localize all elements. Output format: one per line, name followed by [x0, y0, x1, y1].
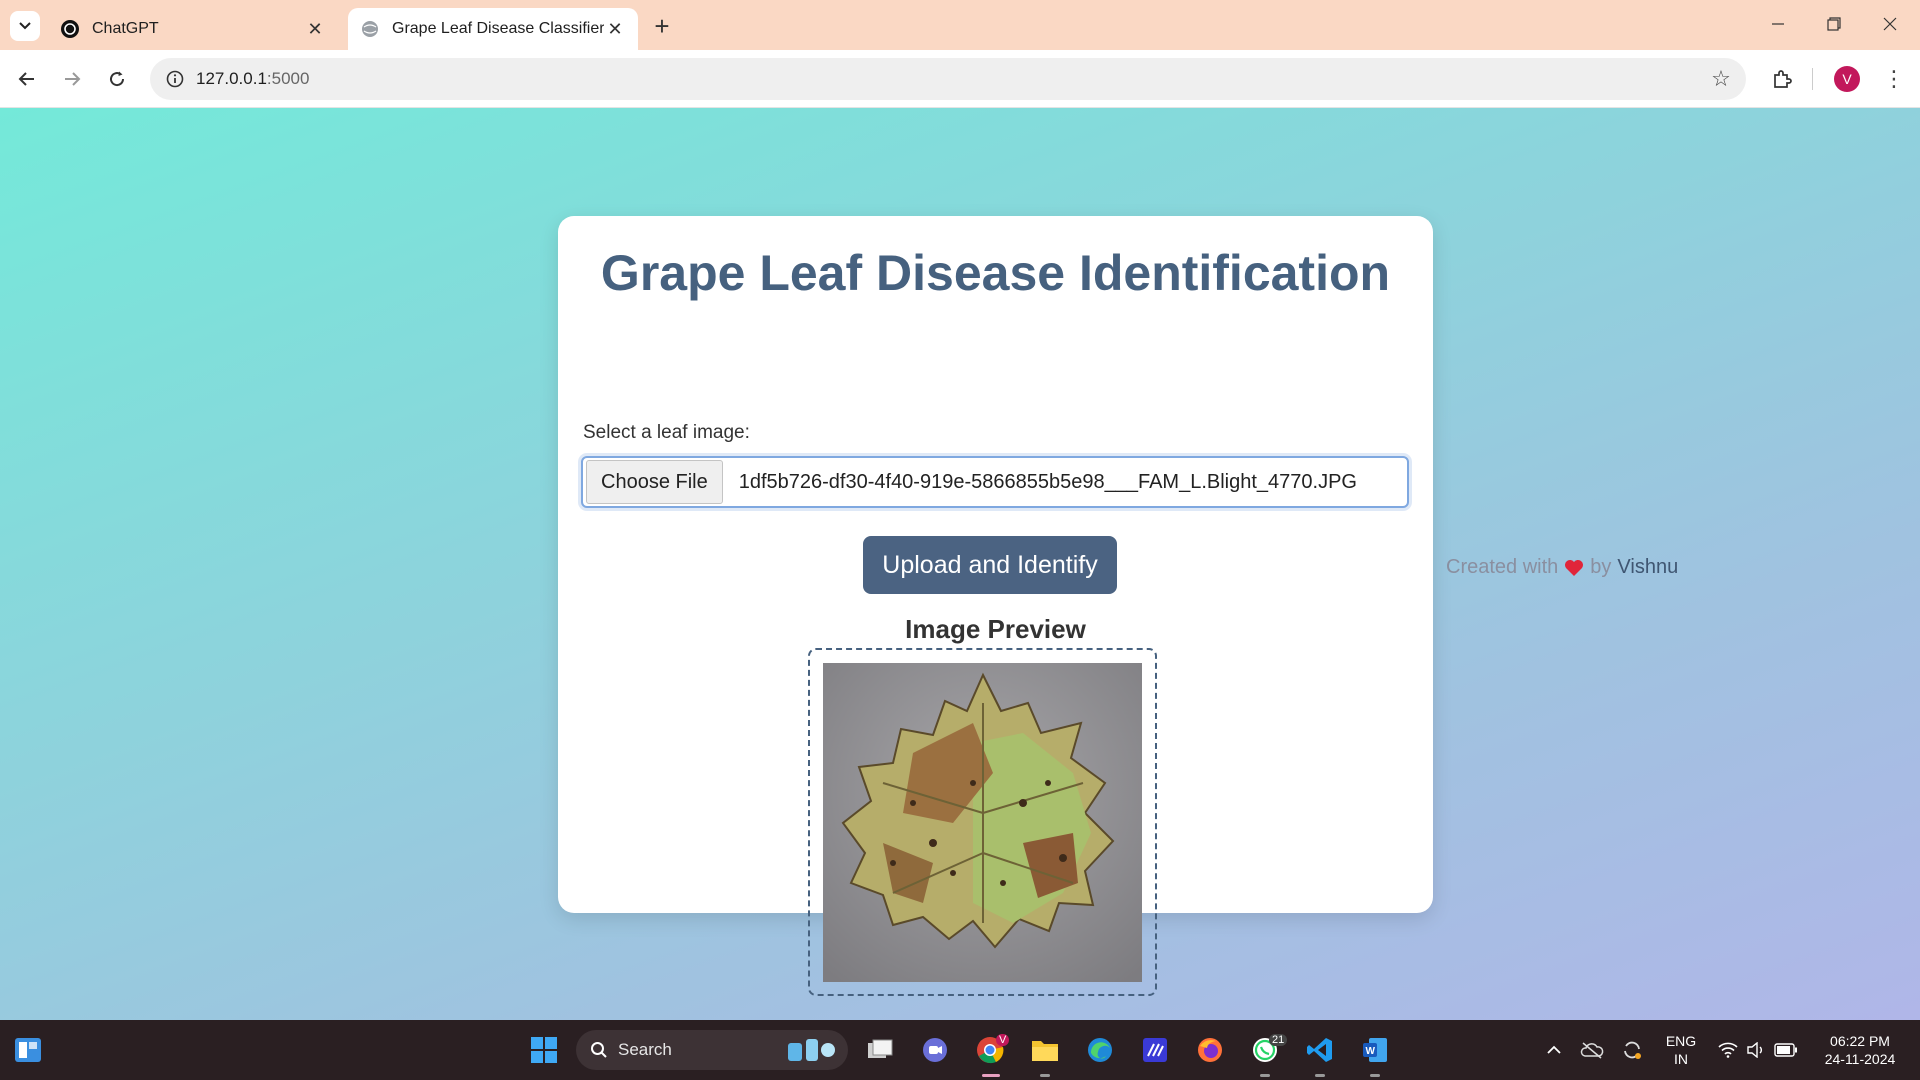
taskbar-search-box[interactable]: Search: [576, 1030, 848, 1070]
task-view-icon[interactable]: [860, 1030, 900, 1070]
sync-icon[interactable]: [1612, 1030, 1652, 1070]
close-icon[interactable]: ✕: [604, 18, 626, 40]
file-input-label: Select a leaf image:: [583, 422, 750, 443]
chevron-down-icon: [19, 22, 31, 30]
page-title: Grape Leaf Disease Identification: [600, 245, 1391, 301]
credit-prefix: Created with: [1446, 556, 1559, 578]
search-highlight-icon: [788, 1039, 835, 1061]
url-text: 127.0.0.1:5000: [196, 69, 310, 88]
search-icon: [591, 1042, 607, 1058]
selected-file-name: 1df5b726-df30-4f40-919e-5866855b5e98___F…: [738, 470, 1357, 493]
clock[interactable]: 06:22 PM 24-11-2024: [1810, 1032, 1910, 1068]
toolbar-divider: [1812, 68, 1813, 90]
image-preview-heading: Image Preview: [905, 614, 1086, 644]
svg-text:W: W: [1366, 1046, 1376, 1057]
minimize-icon[interactable]: [1758, 8, 1798, 40]
close-icon[interactable]: ✕: [304, 18, 326, 40]
vscode-icon[interactable]: [1300, 1030, 1340, 1070]
page-viewport: Grape Leaf Disease Identification Select…: [0, 108, 1920, 1020]
close-window-icon[interactable]: [1870, 8, 1910, 40]
vscode-running-indicator: [1315, 1074, 1325, 1077]
restore-icon[interactable]: [1814, 8, 1854, 40]
back-arrow-icon[interactable]: [11, 63, 43, 95]
credit-line: Created with by Vishnu: [1446, 556, 1678, 579]
bookmark-star-icon[interactable]: ☆: [1710, 66, 1732, 91]
chrome-running-indicator: [982, 1074, 1000, 1077]
credit-author: Vishnu: [1617, 556, 1679, 578]
address-bar[interactable]: 127.0.0.1:5000 ☆: [150, 58, 1746, 100]
tab-grape-classifier[interactable]: Grape Leaf Disease Classifier ✕: [348, 8, 638, 50]
whatsapp-icon[interactable]: 21: [1245, 1030, 1288, 1070]
site-info-icon[interactable]: [154, 58, 196, 100]
word-running-indicator: [1370, 1074, 1380, 1077]
tab-search-button[interactable]: [10, 11, 40, 41]
whatsapp-running-indicator: [1260, 1074, 1270, 1077]
widgets-icon[interactable]: [8, 1030, 48, 1070]
file-input[interactable]: Choose File 1df5b726-df30-4f40-919e-5866…: [581, 456, 1409, 508]
language-indicator[interactable]: ENG IN: [1656, 1032, 1706, 1068]
explorer-running-indicator: [1040, 1074, 1050, 1077]
globe-icon: [360, 19, 380, 39]
forward-arrow-icon[interactable]: [56, 63, 88, 95]
browser-toolbar: 127.0.0.1:5000 ☆ ⋮: [0, 50, 1920, 108]
firefox-icon[interactable]: [1190, 1030, 1230, 1070]
chrome-profile-badge: V: [996, 1034, 1010, 1046]
clock-time: 06:22 PM: [1830, 1033, 1890, 1049]
edge-icon[interactable]: [1080, 1030, 1120, 1070]
image-preview-frame: [808, 648, 1157, 996]
clock-date: 24-11-2024: [1824, 1051, 1896, 1067]
tab-chatgpt[interactable]: ChatGPT ✕: [48, 8, 338, 50]
upload-identify-button[interactable]: Upload and Identify: [863, 536, 1117, 594]
taskbar: Search V 21 W ENG IN 06:22 PM 24-11-2024: [0, 1020, 1920, 1080]
leaf-preview-image: [823, 663, 1142, 982]
windows-start-icon[interactable]: [524, 1030, 564, 1070]
notes-app-icon[interactable]: [1135, 1030, 1175, 1070]
chevron-up-icon[interactable]: [1534, 1030, 1574, 1070]
tab-title: Grape Leaf Disease Classifier: [392, 20, 604, 37]
tab-title: ChatGPT: [92, 20, 159, 37]
battery-icon[interactable]: [1766, 1030, 1806, 1070]
chrome-icon[interactable]: V: [970, 1030, 1010, 1070]
new-tab-icon[interactable]: +: [648, 11, 676, 41]
profile-avatar[interactable]: V: [1834, 66, 1860, 92]
whatsapp-unread-badge: 21: [1269, 1034, 1288, 1046]
search-label: Search: [618, 1040, 672, 1059]
reload-icon[interactable]: [101, 63, 133, 95]
teams-chat-icon[interactable]: [915, 1030, 955, 1070]
choose-file-button[interactable]: Choose File: [586, 460, 723, 504]
extensions-puzzle-icon[interactable]: [1766, 63, 1798, 95]
tab-strip: ChatGPT ✕ Grape Leaf Disease Classifier …: [0, 0, 1920, 50]
more-menu-icon[interactable]: ⋮: [1878, 63, 1910, 95]
word-icon[interactable]: W: [1355, 1030, 1395, 1070]
chatgpt-icon: [60, 19, 80, 39]
heart-icon: [1565, 559, 1584, 576]
classifier-card: Grape Leaf Disease Identification Select…: [558, 216, 1433, 996]
onedrive-offline-icon[interactable]: [1572, 1030, 1612, 1070]
credit-by: by: [1590, 556, 1612, 578]
file-explorer-icon[interactable]: [1025, 1030, 1065, 1070]
